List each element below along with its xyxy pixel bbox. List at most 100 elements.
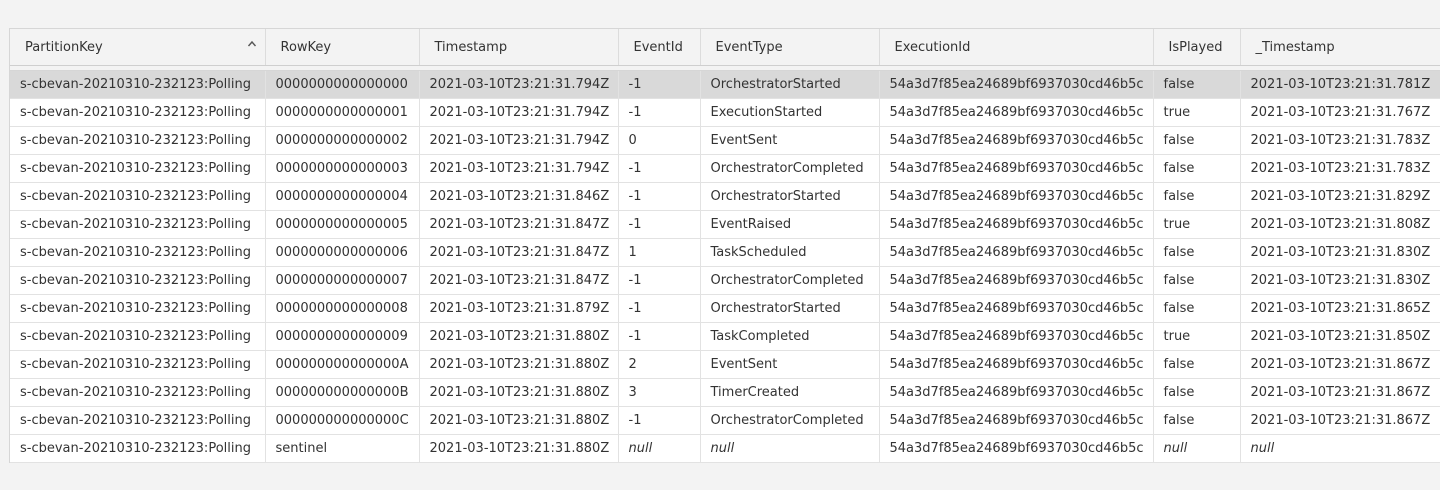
- cell-rowkey[interactable]: 0000000000000009: [265, 322, 420, 351]
- cell-rowkey[interactable]: 0000000000000002: [265, 126, 420, 155]
- cell-eventtype[interactable]: OrchestratorStarted: [700, 294, 880, 323]
- cell-eventtype[interactable]: TaskCompleted: [700, 322, 880, 351]
- chevron-up-icon[interactable]: [247, 39, 257, 49]
- column-header-eventtype[interactable]: EventType: [700, 29, 880, 66]
- cell-rowkey[interactable]: 000000000000000B: [265, 378, 420, 407]
- cell-executionid[interactable]: 54a3d7f85ea24689bf6937030cd46b5c: [879, 182, 1154, 211]
- cell-executionid[interactable]: 54a3d7f85ea24689bf6937030cd46b5c: [879, 322, 1154, 351]
- horizontal-scroll-area[interactable]: [9, 466, 1440, 490]
- cell-rowkey[interactable]: 0000000000000007: [265, 266, 420, 295]
- cell-underscore-timestamp[interactable]: 2021-03-10T23:21:31.867Z: [1240, 406, 1440, 435]
- cell-eventtype[interactable]: EventSent: [700, 350, 880, 379]
- cell-eventid[interactable]: 0: [618, 126, 701, 155]
- table-row[interactable]: s-cbevan-20210310-232123:Polling 00000000…: [10, 238, 1440, 267]
- cell-timestamp[interactable]: 2021-03-10T23:21:31.847Z: [419, 266, 619, 295]
- column-header-rowkey[interactable]: RowKey: [265, 29, 420, 66]
- cell-eventid[interactable]: -1: [618, 182, 701, 211]
- cell-executionid[interactable]: 54a3d7f85ea24689bf6937030cd46b5c: [879, 294, 1154, 323]
- cell-underscore-timestamp[interactable]: 2021-03-10T23:21:31.830Z: [1240, 238, 1440, 267]
- cell-rowkey[interactable]: 000000000000000C: [265, 406, 420, 435]
- cell-isplayed[interactable]: false: [1153, 378, 1241, 407]
- cell-partitionkey[interactable]: s-cbevan-20210310-232123:Polling: [10, 210, 266, 239]
- table-row[interactable]: s-cbevan-20210310-232123:Polling 00000000…: [10, 294, 1440, 323]
- cell-partitionkey[interactable]: s-cbevan-20210310-232123:Polling: [10, 70, 266, 99]
- cell-rowkey[interactable]: 0000000000000000: [265, 70, 420, 99]
- cell-isplayed[interactable]: false: [1153, 266, 1241, 295]
- cell-isplayed[interactable]: true: [1153, 322, 1241, 351]
- cell-underscore-timestamp[interactable]: 2021-03-10T23:21:31.808Z: [1240, 210, 1440, 239]
- cell-partitionkey[interactable]: s-cbevan-20210310-232123:Polling: [10, 350, 266, 379]
- cell-partitionkey[interactable]: s-cbevan-20210310-232123:Polling: [10, 322, 266, 351]
- table-row[interactable]: s-cbevan-20210310-232123:Polling 00000000…: [10, 182, 1440, 211]
- cell-timestamp[interactable]: 2021-03-10T23:21:31.880Z: [419, 434, 619, 463]
- cell-underscore-timestamp[interactable]: 2021-03-10T23:21:31.829Z: [1240, 182, 1440, 211]
- cell-timestamp[interactable]: 2021-03-10T23:21:31.847Z: [419, 210, 619, 239]
- cell-rowkey[interactable]: 0000000000000008: [265, 294, 420, 323]
- cell-underscore-timestamp[interactable]: 2021-03-10T23:21:31.867Z: [1240, 350, 1440, 379]
- cell-underscore-timestamp[interactable]: 2021-03-10T23:21:31.783Z: [1240, 154, 1440, 183]
- cell-isplayed[interactable]: false: [1153, 126, 1241, 155]
- cell-executionid[interactable]: 54a3d7f85ea24689bf6937030cd46b5c: [879, 210, 1154, 239]
- cell-underscore-timestamp[interactable]: 2021-03-10T23:21:31.865Z: [1240, 294, 1440, 323]
- cell-eventid[interactable]: -1: [618, 210, 701, 239]
- cell-timestamp[interactable]: 2021-03-10T23:21:31.879Z: [419, 294, 619, 323]
- cell-underscore-timestamp[interactable]: null: [1240, 434, 1440, 463]
- table-row[interactable]: s-cbevan-20210310-232123:Polling 00000000…: [10, 350, 1440, 379]
- cell-underscore-timestamp[interactable]: 2021-03-10T23:21:31.850Z: [1240, 322, 1440, 351]
- cell-timestamp[interactable]: 2021-03-10T23:21:31.846Z: [419, 182, 619, 211]
- cell-eventid[interactable]: -1: [618, 98, 701, 127]
- cell-partitionkey[interactable]: s-cbevan-20210310-232123:Polling: [10, 154, 266, 183]
- column-header-partitionkey[interactable]: PartitionKey: [10, 29, 266, 66]
- cell-timestamp[interactable]: 2021-03-10T23:21:31.880Z: [419, 350, 619, 379]
- cell-eventtype[interactable]: ExecutionStarted: [700, 98, 880, 127]
- cell-timestamp[interactable]: 2021-03-10T23:21:31.794Z: [419, 126, 619, 155]
- cell-eventid[interactable]: -1: [618, 266, 701, 295]
- cell-isplayed[interactable]: true: [1153, 210, 1241, 239]
- cell-partitionkey[interactable]: s-cbevan-20210310-232123:Polling: [10, 266, 266, 295]
- cell-partitionkey[interactable]: s-cbevan-20210310-232123:Polling: [10, 406, 266, 435]
- cell-eventid[interactable]: -1: [618, 70, 701, 99]
- cell-eventid[interactable]: -1: [618, 322, 701, 351]
- cell-partitionkey[interactable]: s-cbevan-20210310-232123:Polling: [10, 294, 266, 323]
- cell-executionid[interactable]: 54a3d7f85ea24689bf6937030cd46b5c: [879, 434, 1154, 463]
- cell-eventtype[interactable]: OrchestratorCompleted: [700, 154, 880, 183]
- cell-isplayed[interactable]: null: [1153, 434, 1241, 463]
- table-row[interactable]: s-cbevan-20210310-232123:Polling 00000000…: [10, 406, 1440, 435]
- cell-executionid[interactable]: 54a3d7f85ea24689bf6937030cd46b5c: [879, 70, 1154, 99]
- column-header-eventid[interactable]: EventId: [618, 29, 701, 66]
- cell-rowkey[interactable]: 0000000000000003: [265, 154, 420, 183]
- cell-executionid[interactable]: 54a3d7f85ea24689bf6937030cd46b5c: [879, 406, 1154, 435]
- table-row[interactable]: s-cbevan-20210310-232123:Polling 00000000…: [10, 154, 1440, 183]
- cell-underscore-timestamp[interactable]: 2021-03-10T23:21:31.783Z: [1240, 126, 1440, 155]
- cell-timestamp[interactable]: 2021-03-10T23:21:31.880Z: [419, 322, 619, 351]
- cell-isplayed[interactable]: false: [1153, 70, 1241, 99]
- cell-timestamp[interactable]: 2021-03-10T23:21:31.794Z: [419, 154, 619, 183]
- cell-eventid[interactable]: -1: [618, 406, 701, 435]
- column-header-isplayed[interactable]: IsPlayed: [1153, 29, 1241, 66]
- table-row[interactable]: s-cbevan-20210310-232123:Polling 00000000…: [10, 126, 1440, 155]
- cell-eventid[interactable]: null: [618, 434, 701, 463]
- cell-eventtype[interactable]: OrchestratorStarted: [700, 182, 880, 211]
- cell-executionid[interactable]: 54a3d7f85ea24689bf6937030cd46b5c: [879, 126, 1154, 155]
- cell-eventtype[interactable]: OrchestratorCompleted: [700, 406, 880, 435]
- cell-partitionkey[interactable]: s-cbevan-20210310-232123:Polling: [10, 126, 266, 155]
- cell-timestamp[interactable]: 2021-03-10T23:21:31.847Z: [419, 238, 619, 267]
- table-row[interactable]: s-cbevan-20210310-232123:Polling 00000000…: [10, 98, 1440, 127]
- table-row[interactable]: s-cbevan-20210310-232123:Polling 00000000…: [10, 70, 1440, 99]
- cell-isplayed[interactable]: false: [1153, 294, 1241, 323]
- cell-rowkey[interactable]: 0000000000000004: [265, 182, 420, 211]
- cell-eventtype[interactable]: OrchestratorStarted: [700, 70, 880, 99]
- cell-isplayed[interactable]: false: [1153, 154, 1241, 183]
- cell-isplayed[interactable]: false: [1153, 406, 1241, 435]
- cell-executionid[interactable]: 54a3d7f85ea24689bf6937030cd46b5c: [879, 98, 1154, 127]
- cell-eventid[interactable]: -1: [618, 294, 701, 323]
- column-header-executionid[interactable]: ExecutionId: [879, 29, 1154, 66]
- cell-eventid[interactable]: 2: [618, 350, 701, 379]
- column-header-timestamp[interactable]: Timestamp: [419, 29, 619, 66]
- cell-timestamp[interactable]: 2021-03-10T23:21:31.794Z: [419, 98, 619, 127]
- cell-isplayed[interactable]: false: [1153, 182, 1241, 211]
- cell-timestamp[interactable]: 2021-03-10T23:21:31.880Z: [419, 378, 619, 407]
- cell-partitionkey[interactable]: s-cbevan-20210310-232123:Polling: [10, 434, 266, 463]
- table-row[interactable]: s-cbevan-20210310-232123:Polling 00000000…: [10, 322, 1440, 351]
- cell-timestamp[interactable]: 2021-03-10T23:21:31.794Z: [419, 70, 619, 99]
